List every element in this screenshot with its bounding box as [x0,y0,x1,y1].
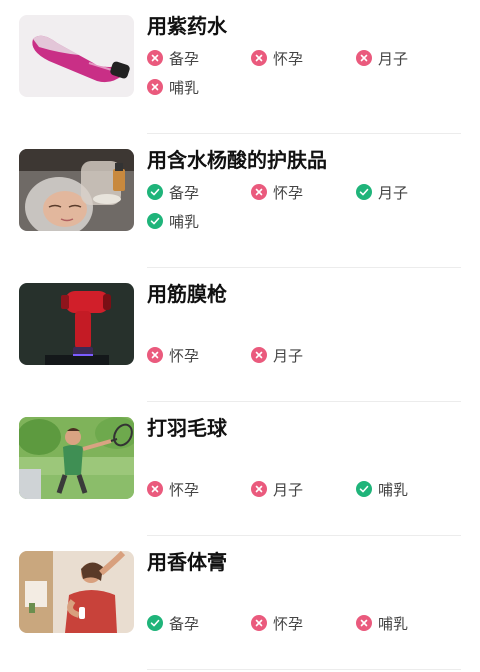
cross-icon [147,347,163,363]
status-tag: 月子 [356,181,408,203]
item-title: 用紫药水 [147,14,227,38]
tag-label: 备孕 [169,49,200,68]
deodorant-photo [19,551,134,633]
status-tag: 怀孕 [251,47,303,69]
cross-icon [251,481,267,497]
purple-vial-photo [19,15,134,97]
item-title: 打羽毛球 [147,416,227,440]
status-tag: 备孕 [147,47,199,69]
status-tag: 备孕 [147,612,199,634]
status-tag: 怀孕 [147,344,199,366]
tag-label: 月子 [273,480,304,499]
tag-label: 怀孕 [169,480,200,499]
cross-icon [356,50,372,66]
check-icon [147,213,163,229]
cross-icon [251,615,267,631]
list-item[interactable]: 用紫药水 备孕 怀孕 月子 哺乳 [0,0,480,134]
tag-label: 哺乳 [378,614,409,633]
status-tag: 月子 [356,47,408,69]
cross-icon [251,347,267,363]
status-tag: 月子 [251,344,303,366]
status-tag: 哺乳 [356,612,408,634]
tag-label: 怀孕 [273,614,304,633]
item-title: 用香体膏 [147,550,227,574]
cross-icon [251,50,267,66]
tag-label: 怀孕 [273,183,304,202]
tag-label: 备孕 [169,183,200,202]
status-tag: 备孕 [147,181,199,203]
status-tag: 月子 [251,478,303,500]
status-tag: 怀孕 [251,612,303,634]
status-tag: 怀孕 [147,478,199,500]
status-tag: 哺乳 [147,76,199,98]
list-item[interactable]: 打羽毛球 怀孕 月子 哺乳 [0,402,480,536]
divider [147,669,461,670]
list-item[interactable]: 用含水杨酸的护肤品 备孕 怀孕 月子 哺乳 [0,134,480,268]
tag-label: 哺乳 [169,78,200,97]
tag-label: 哺乳 [378,480,409,499]
check-icon [356,184,372,200]
status-tag: 哺乳 [356,478,408,500]
badminton-photo [19,417,134,499]
item-title: 用含水杨酸的护肤品 [147,148,327,172]
list-item[interactable]: 用筋膜枪 怀孕 月子 [0,268,480,402]
tag-label: 哺乳 [169,212,200,231]
cross-icon [147,79,163,95]
tag-label: 怀孕 [169,346,200,365]
item-title: 用筋膜枪 [147,282,227,306]
check-icon [356,481,372,497]
tag-label: 月子 [273,346,304,365]
cross-icon [356,615,372,631]
skincare-facial-photo [19,149,134,231]
tag-label: 月子 [378,183,409,202]
cross-icon [147,50,163,66]
massage-gun-photo [19,283,134,365]
tag-label: 备孕 [169,614,200,633]
cross-icon [147,481,163,497]
tag-label: 月子 [378,49,409,68]
status-tag: 怀孕 [251,181,303,203]
check-icon [147,184,163,200]
cross-icon [251,184,267,200]
status-tag: 哺乳 [147,210,199,232]
tag-label: 怀孕 [273,49,304,68]
check-icon [147,615,163,631]
list-item[interactable]: 用香体膏 备孕 怀孕 哺乳 [0,536,480,670]
